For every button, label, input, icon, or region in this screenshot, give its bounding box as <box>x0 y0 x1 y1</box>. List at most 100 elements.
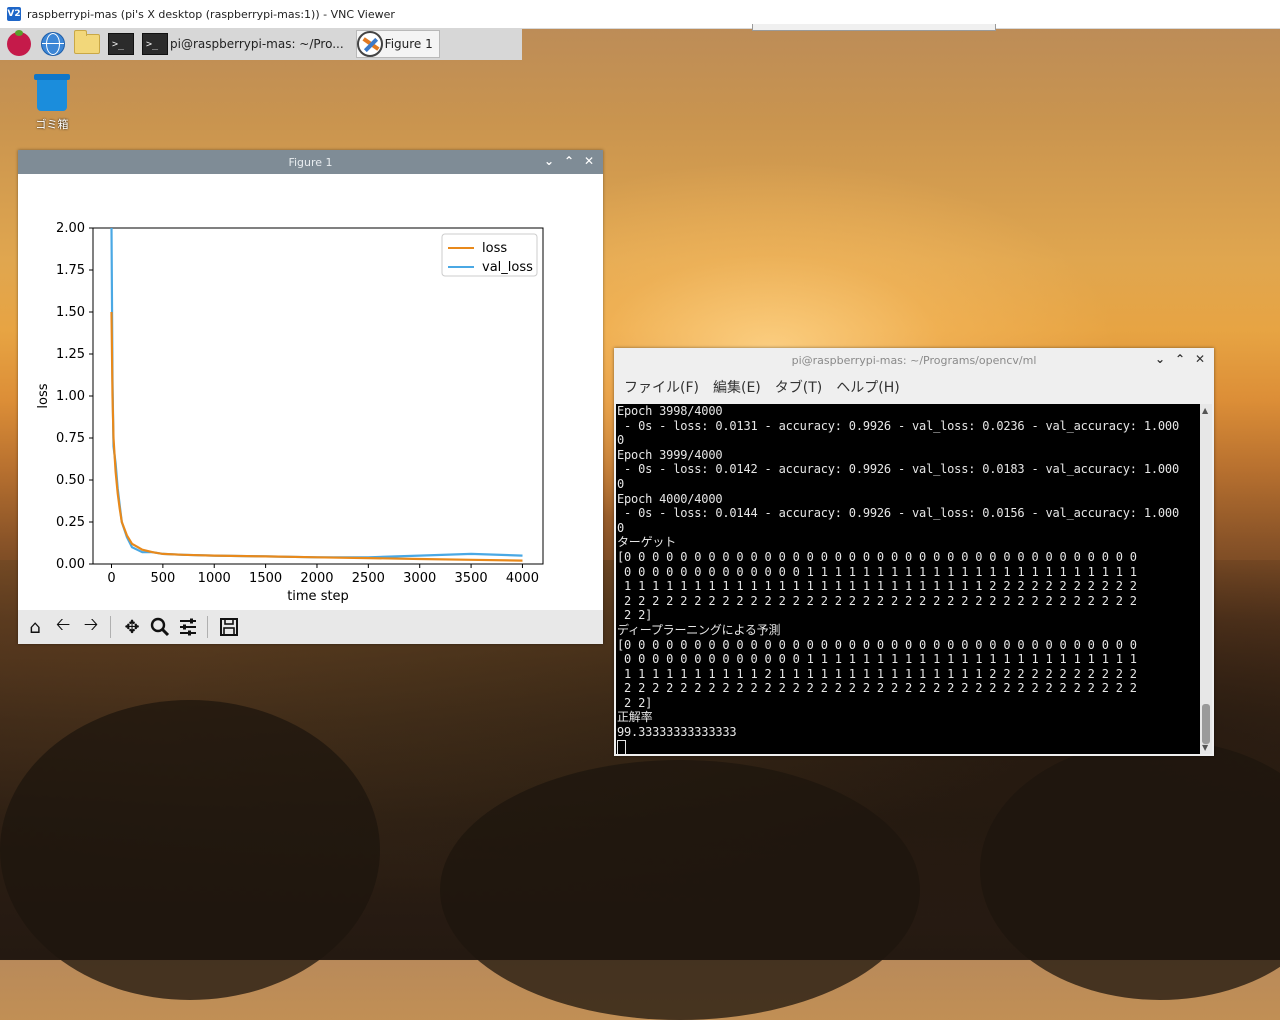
minimize-icon[interactable]: ⌄ <box>1154 352 1166 366</box>
trash-desktop-icon[interactable]: ゴミ箱 <box>26 74 78 132</box>
close-icon[interactable]: ✕ <box>1194 352 1206 366</box>
y-tick-label: 1.00 <box>56 389 85 404</box>
terminal-icon: >_ <box>108 33 134 55</box>
terminal-line: 正解率 <box>617 710 653 725</box>
taskbar-figure-task[interactable]: Figure 1 <box>355 30 440 58</box>
tree-silhouette <box>0 700 380 1000</box>
terminal-titlebar[interactable]: pi@raspberrypi-mas: ~/Programs/opencv/ml… <box>614 348 1214 372</box>
maximize-icon[interactable]: ⌃ <box>563 154 575 168</box>
figure-titlebar[interactable]: Figure 1 ⌄ ⌃ ✕ <box>18 150 603 174</box>
menu-tabs[interactable]: タブ(T) <box>775 377 822 397</box>
figure-toolbar: ⌂ 🡠 🡢 ✥ <box>18 610 603 644</box>
terminal-launcher[interactable]: >_ <box>106 30 136 58</box>
tree-silhouette <box>980 740 1280 1000</box>
terminal-line: 2 2] <box>617 608 653 623</box>
zoom-icon[interactable] <box>147 614 173 640</box>
home-icon[interactable]: ⌂ <box>22 614 48 640</box>
pan-icon[interactable]: ✥ <box>119 614 145 640</box>
x-tick-label: 3500 <box>455 571 488 586</box>
minimize-icon[interactable]: ⌄ <box>543 154 555 168</box>
loss-chart: 0 500 1000 1500 2000 2500 3000 3500 4000 0.00 0.25… <box>36 221 544 604</box>
terminal-line: 99.33333333333333 <box>617 725 737 740</box>
scroll-up-icon[interactable]: ▲ <box>1202 406 1208 415</box>
close-icon[interactable]: ✕ <box>583 154 595 168</box>
scroll-down-icon[interactable]: ▼ <box>1202 743 1208 752</box>
x-tick-label: 1500 <box>249 571 282 586</box>
terminal-line: 0 <box>617 520 625 535</box>
web-browser-launcher[interactable] <box>38 30 68 58</box>
x-tick-label: 0 <box>107 571 115 586</box>
y-tick-label: 1.25 <box>56 347 85 362</box>
trash-icon <box>34 74 70 112</box>
toolbar-separator <box>110 616 111 638</box>
terminal-window[interactable]: pi@raspberrypi-mas: ~/Programs/opencv/ml… <box>614 348 1214 756</box>
file-manager-launcher[interactable] <box>72 30 102 58</box>
y-tick-label: 1.75 <box>56 263 85 278</box>
terminal-line: 1 1 1 1 1 1 1 1 1 1 1 1 1 1 1 1 1 1 1 1 … <box>617 579 1137 594</box>
vnc-logo-icon: V2 <box>7 7 21 21</box>
terminal-menubar: ファイル(F) 編集(E) タブ(T) ヘルプ(H) <box>614 372 1214 402</box>
raspberry-menu-button[interactable] <box>4 30 34 58</box>
terminal-line: Epoch 4000/4000 <box>617 491 723 506</box>
x-tick-label: 500 <box>150 571 175 586</box>
x-tick-label: 2500 <box>352 571 385 586</box>
terminal-line: [0 0 0 0 0 0 0 0 0 0 0 0 0 0 0 0 0 0 0 0… <box>617 549 1137 564</box>
terminal-screen[interactable]: Epoch 3998/4000 - 0s - loss: 0.0131 - ac… <box>616 404 1200 754</box>
terminal-line: 0 0 0 0 0 0 0 0 0 0 0 0 0 1 1 1 1 1 1 1 … <box>617 652 1137 667</box>
terminal-line: Epoch 3999/4000 <box>617 447 723 462</box>
terminal-scrollbar[interactable]: ▲ ▼ <box>1200 404 1212 754</box>
scrollbar-thumb[interactable] <box>1202 704 1210 744</box>
file-manager-icon <box>74 30 100 54</box>
terminal-cursor <box>617 739 626 754</box>
vnc-toolbar-handle[interactable] <box>752 24 996 31</box>
taskbar-terminal-task[interactable]: >_ pi@raspberrypi-mas: ~/Pro... <box>142 30 350 58</box>
figure-canvas[interactable]: 0 500 1000 1500 2000 2500 3000 3500 4000 0.00 0.25… <box>18 174 603 610</box>
terminal-window-title: pi@raspberrypi-mas: ~/Programs/opencv/ml <box>791 353 1037 367</box>
y-tick-label: 0.25 <box>56 515 85 530</box>
terminal-line: ディープラーニングによる予測 <box>617 622 781 637</box>
terminal-line: - 0s - loss: 0.0131 - accuracy: 0.9926 -… <box>617 418 1179 433</box>
figure-window[interactable]: Figure 1 ⌄ ⌃ ✕ 0 500 1000 1500 2000 2500 3000 3… <box>18 150 603 644</box>
plot-area <box>92 227 544 565</box>
y-axis-label: loss <box>36 383 51 408</box>
y-tick-label: 0.00 <box>56 557 85 572</box>
vnc-viewer-titlebar[interactable]: V2 raspberrypi-mas (pi's X desktop (rasp… <box>0 0 1280 29</box>
terminal-output: Epoch 3998/4000 - 0s - loss: 0.0131 - ac… <box>616 404 1200 754</box>
terminal-icon: >_ <box>142 33 168 55</box>
web-browser-icon <box>41 32 65 56</box>
menu-file[interactable]: ファイル(F) <box>624 377 699 397</box>
matplotlib-figure-icon <box>356 31 383 57</box>
y-tick-label: 2.00 <box>56 221 85 236</box>
menu-help[interactable]: ヘルプ(H) <box>836 377 899 397</box>
terminal-line: ターゲット <box>617 535 677 550</box>
configure-subplots-icon[interactable] <box>175 614 201 640</box>
menu-edit[interactable]: 編集(E) <box>713 377 761 397</box>
save-icon[interactable] <box>216 614 242 640</box>
y-tick-label: 1.50 <box>56 305 85 320</box>
vnc-window-title: raspberrypi-mas (pi's X desktop (raspber… <box>27 7 395 21</box>
taskbar-figure-label: Figure 1 <box>384 37 433 51</box>
maximize-icon[interactable]: ⌃ <box>1174 352 1186 366</box>
legend-label: loss <box>482 241 507 256</box>
terminal-cursor-line <box>617 739 1200 754</box>
back-icon[interactable]: 🡠 <box>50 614 76 640</box>
x-tick-label: 3000 <box>403 571 436 586</box>
terminal-line: 2 2 2 2 2 2 2 2 2 2 2 2 2 2 2 2 2 2 2 2 … <box>617 593 1137 608</box>
x-tick-label: 2000 <box>300 571 333 586</box>
figure-window-title: Figure 1 <box>288 155 333 169</box>
x-tick-label: 1000 <box>198 571 231 586</box>
terminal-line: 0 0 0 0 0 0 0 0 0 0 0 0 0 1 1 1 1 1 1 1 … <box>617 564 1137 579</box>
trash-label: ゴミ箱 <box>35 118 69 131</box>
terminal-line: 1 1 1 1 1 1 1 1 1 1 2 1 1 1 1 1 1 1 1 1 … <box>617 666 1137 681</box>
y-tick-label: 0.75 <box>56 431 85 446</box>
taskbar-terminal-label: pi@raspberrypi-mas: ~/Pro... <box>170 37 344 51</box>
forward-icon[interactable]: 🡢 <box>78 614 104 640</box>
terminal-line: 2 2] <box>617 695 653 710</box>
raspberry-menu-icon <box>7 30 31 56</box>
toolbar-separator <box>207 616 208 638</box>
tree-silhouette <box>440 760 920 1020</box>
legend-label: val_loss <box>482 260 533 275</box>
terminal-line: - 0s - loss: 0.0142 - accuracy: 0.9926 -… <box>617 462 1179 477</box>
terminal-line: 0 <box>617 433 625 448</box>
y-tick-label: 0.50 <box>56 473 85 488</box>
